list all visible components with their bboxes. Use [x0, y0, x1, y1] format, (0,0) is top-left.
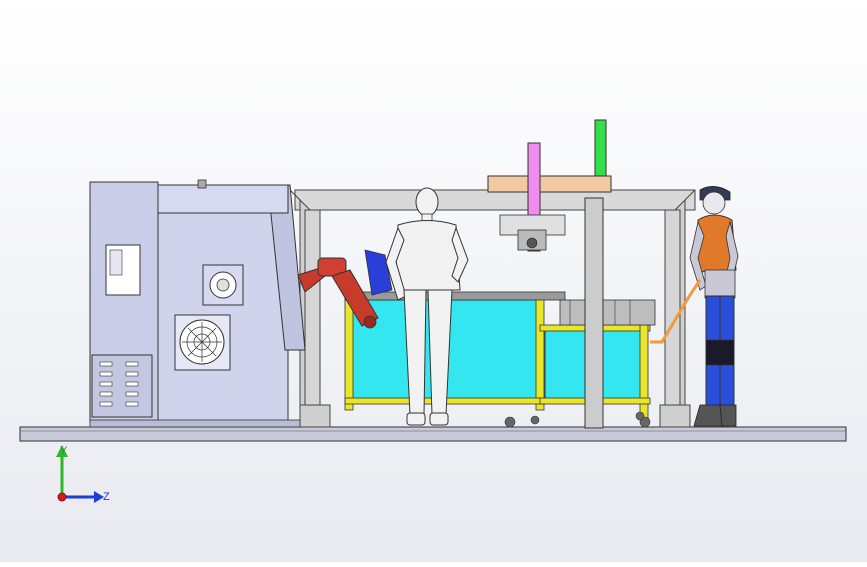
- z-axis-label: Z: [103, 491, 110, 503]
- cad-viewport: Y Z: [0, 0, 867, 562]
- origin-marker: [57, 492, 67, 502]
- conveyor-table-left: [344, 291, 566, 411]
- assembly-drawing: Y Z: [0, 0, 867, 562]
- base-platform: [19, 426, 847, 442]
- y-axis-label: Y: [60, 445, 68, 457]
- cnc-machine: [89, 179, 306, 428]
